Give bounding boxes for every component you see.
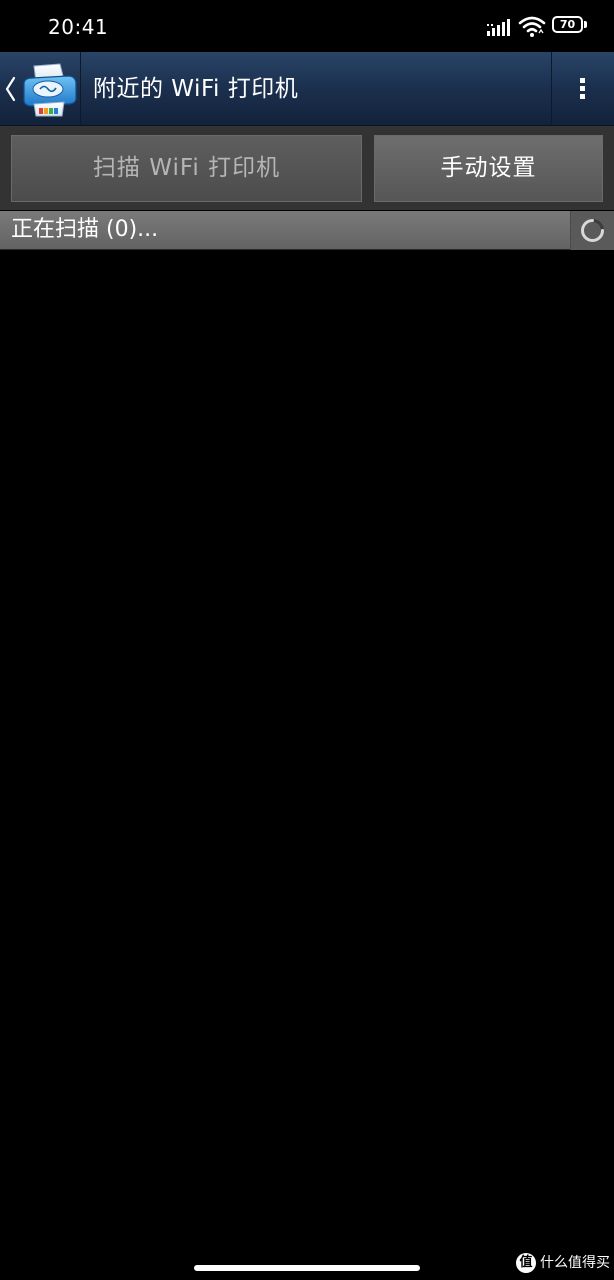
- manual-setup-button[interactable]: 手动设置: [374, 135, 603, 202]
- battery-tip: [584, 21, 587, 28]
- spinner-container: [570, 211, 614, 250]
- printer-list: [0, 250, 614, 1250]
- action-bar: 附近的 WiFi 打印机: [0, 52, 614, 126]
- watermark-logo-icon: 值: [516, 1253, 536, 1273]
- wifi-icon: [518, 16, 546, 37]
- scan-status-bar: 正在扫描 (0)...: [0, 211, 614, 250]
- button-bar: 扫描 WiFi 打印机 手动设置: [0, 126, 614, 210]
- scan-status-text: 正在扫描 (0)...: [11, 217, 159, 242]
- scan-wifi-printer-button[interactable]: 扫描 WiFi 打印机: [11, 135, 362, 202]
- printer-app-logo: [23, 63, 77, 117]
- status-time: 20:41: [48, 15, 109, 39]
- watermark-text: 什么值得买: [540, 1255, 610, 1271]
- battery-icon: 70: [552, 16, 590, 36]
- chevron-left-icon: [5, 76, 16, 102]
- status-bar: 20:41 70: [0, 0, 614, 52]
- more-vertical-icon: [580, 78, 586, 100]
- loading-spinner-icon: [581, 219, 604, 242]
- cellular-signal-icon: [487, 19, 510, 36]
- battery-level: 70: [559, 18, 576, 31]
- back-button[interactable]: [0, 52, 81, 126]
- overflow-menu-button[interactable]: [551, 52, 614, 126]
- home-indicator[interactable]: [194, 1265, 420, 1271]
- page-title: 附近的 WiFi 打印机: [93, 76, 299, 102]
